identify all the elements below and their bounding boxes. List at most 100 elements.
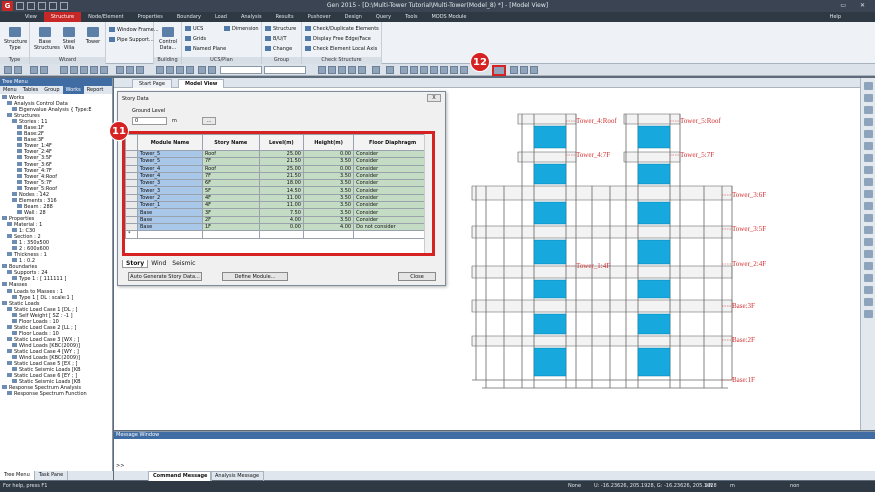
zoom-fit-icon[interactable] [186,66,194,74]
view-right-icon[interactable] [90,66,98,74]
cell-height[interactable]: 0.00 [302,149,355,159]
grid-view-icon[interactable] [530,66,538,74]
ground-level-button[interactable]: ... [202,117,216,125]
command-prompt[interactable]: >> [116,463,124,469]
row-selector[interactable] [125,149,138,159]
menu-query[interactable]: Query [369,12,398,22]
table-row[interactable]: Base 2F 4.00 3.50 Consider [125,215,432,224]
new-row-marker[interactable]: * [125,230,138,239]
structure-type-button[interactable]: Structure Type [4,27,27,51]
menu-boundary[interactable]: Boundary [170,12,208,22]
col-story-name[interactable]: Story Name [201,134,260,151]
cell-height[interactable]: 0.00 [302,164,355,173]
auto-generate-button[interactable]: Auto Generate Story Data... [128,272,202,281]
new-row-cell[interactable] [258,230,305,239]
tab-task-pane[interactable]: Task Pane [35,471,69,480]
tower-button[interactable]: Tower [82,27,104,45]
cell-height[interactable]: 4.00 [302,222,355,232]
red-cube-icon[interactable] [440,66,448,74]
table-row[interactable]: Tower_2 4F 11.00 3.50 Consider [125,193,432,203]
ucs-button[interactable]: UCS [185,26,203,32]
select-combo[interactable] [264,66,306,74]
cell-floor-diaphragm[interactable]: Do not consider [353,222,432,232]
tree-item[interactable]: Response Spectrum Function [0,391,112,397]
row-selector[interactable] [125,208,138,217]
cell-floor-diaphragm[interactable]: Consider [353,186,432,195]
cell-floor-diaphragm[interactable]: Consider [353,215,432,224]
hidden-icon[interactable] [136,66,144,74]
cell-height[interactable]: 3.50 [302,201,355,210]
right-tool-2-icon[interactable] [864,94,873,102]
but-button[interactable]: B/U/T [265,36,287,42]
mesh-icon[interactable] [318,66,326,74]
right-tool-3-icon[interactable] [864,106,873,114]
grid-icon[interactable] [208,66,216,74]
cell-story-name[interactable]: 4F [201,201,260,210]
cell-height[interactable]: 3.50 [302,157,355,166]
tab-story[interactable]: Story [122,260,149,268]
dialog-close-x-button[interactable]: X [427,94,441,102]
select-tool-icon[interactable] [30,66,38,74]
wire-icon[interactable] [338,66,346,74]
cell-module-name[interactable]: Tower_1 [137,201,203,210]
right-tool-5-icon[interactable] [864,130,873,138]
shade-icon[interactable] [328,66,336,74]
table-scrollbar[interactable] [424,134,432,253]
cell-story-name[interactable]: 7F [201,157,260,166]
right-tool-8-icon[interactable] [864,166,873,174]
tree-tab-menu[interactable]: Menu [0,86,20,94]
table-row[interactable]: Tower_3 5F 14.50 3.50 Consider [125,186,432,195]
define-module-button[interactable]: Define Module... [222,272,288,281]
pan-icon[interactable] [176,66,184,74]
cell-height[interactable]: 3.50 [302,215,355,224]
menu-node-element[interactable]: Node/Element [81,12,130,22]
render-icon[interactable] [460,66,468,74]
check-duplicate-button[interactable]: Check/Duplicate Elements [305,26,379,32]
cell-module-name[interactable]: Base [137,222,203,232]
cell-height[interactable]: 3.50 [302,208,355,217]
view-top-icon[interactable] [70,66,78,74]
cell-height[interactable]: 3.50 [302,186,355,195]
right-tool-14-icon[interactable] [864,238,873,246]
cell-level[interactable]: 21.50 [258,157,305,166]
cell-height[interactable]: 3.50 [302,171,355,181]
rotate-icon[interactable] [166,66,174,74]
story-data-tool-highlight[interactable] [492,65,506,76]
menu-load[interactable]: Load [208,12,234,22]
tree-tab-report[interactable]: Report [84,86,107,94]
table-row[interactable]: Tower_5 7F 21.50 3.50 Consider [125,157,432,166]
dimension-button[interactable]: Dimension [224,26,259,32]
right-tool-12-icon[interactable] [864,214,873,222]
view-front-icon[interactable] [60,66,68,74]
status-length-unit[interactable]: m [730,481,735,492]
cell-module-name[interactable]: Tower_2 [137,193,203,203]
right-tool-17-icon[interactable] [864,274,873,282]
menu-tools[interactable]: Tools [398,12,424,22]
control-data-button[interactable]: Control Data... [157,27,179,51]
green-cube-icon[interactable] [450,66,458,74]
cell-height[interactable]: 3.50 [302,179,355,188]
menu-view[interactable]: View [18,12,44,22]
window-controls[interactable]: ▭ ✕ [840,2,871,9]
cell-module-name[interactable]: Tower_5 [137,157,203,166]
right-tool-16-icon[interactable] [864,262,873,270]
ground-level-input[interactable]: 0 [132,117,167,125]
row-selector[interactable] [125,186,138,195]
right-tool-10-icon[interactable] [864,190,873,198]
cell-height[interactable]: 3.50 [302,193,355,203]
cell-story-name[interactable]: 7F [201,171,260,181]
layer-icon[interactable] [510,66,518,74]
shrink-icon[interactable] [156,66,164,74]
cell-module-name[interactable]: Tower_4 [137,171,203,181]
row-selector[interactable] [125,164,138,173]
pipe-support-button[interactable]: Pipe Support... [109,37,154,43]
cell-floor-diaphragm[interactable]: Consider [353,208,432,217]
sphere-icon[interactable] [430,66,438,74]
cell-floor-diaphragm[interactable]: Consider [353,171,432,181]
cell-module-name[interactable]: Tower_5 [137,149,203,159]
right-tool-20-icon[interactable] [864,310,873,318]
row-selector[interactable] [125,179,138,188]
table-row[interactable]: Tower_1 4F 11.00 3.50 Consider [125,201,432,210]
new-row-cell[interactable] [201,230,260,239]
zoom-tool-icon[interactable] [40,66,48,74]
